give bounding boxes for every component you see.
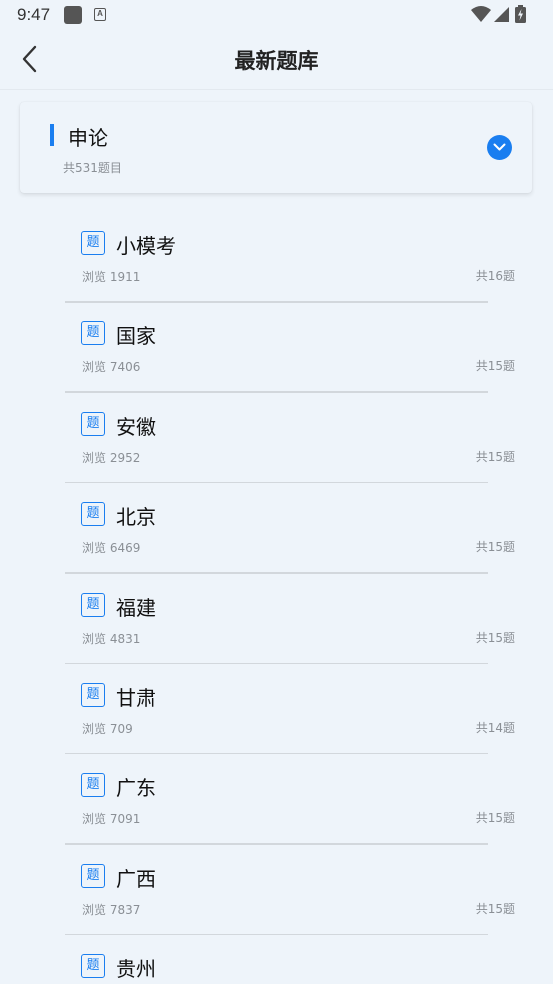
item-views: 浏览 6469	[82, 541, 141, 556]
question-tag-icon: 题	[81, 682, 105, 707]
battery-charging-icon	[515, 5, 526, 23]
question-tag-icon: 题	[81, 863, 105, 888]
list-item[interactable]: 题 国家 浏览 7406 共15题	[0, 290, 553, 393]
item-views: 浏览 4831	[82, 631, 141, 646]
list-item[interactable]: 题 广西 浏览 7837 共15题	[0, 833, 553, 936]
question-tag-icon: 题	[81, 502, 105, 527]
question-tag-icon: 题	[81, 954, 105, 979]
question-tag-icon: 题	[81, 231, 105, 255]
item-total: 共15题	[475, 540, 515, 555]
category-count: 共531题目	[63, 161, 122, 175]
list-item[interactable]: 题 北京 浏览 6469 共15题	[0, 471, 553, 574]
category-name: 申论	[68, 126, 108, 150]
app-square-icon	[64, 6, 82, 24]
item-total: 共15题	[475, 901, 515, 916]
signal-icon	[494, 7, 509, 22]
wifi-icon	[471, 6, 491, 22]
question-bank-list: 题 小模考 浏览 1911 共16题 题 国家 浏览 7406 共15题 题 安…	[0, 200, 553, 984]
item-total: 共14题	[475, 720, 515, 735]
screen: 9:47 A 最新题库 申论 共531题目 题 小模考 浏览 1911 共16题…	[0, 0, 553, 984]
item-title: 安徽	[116, 414, 156, 439]
question-tag-icon: 题	[81, 592, 105, 617]
item-views: 浏览 7091	[82, 812, 141, 827]
list-item[interactable]: 题 贵州	[0, 923, 553, 984]
question-tag-icon: 题	[81, 411, 105, 436]
item-views: 浏览 7406	[82, 360, 141, 375]
item-views: 浏览 709	[82, 721, 133, 736]
status-right-icons	[471, 5, 541, 25]
item-total: 共16题	[475, 269, 515, 283]
item-total: 共15题	[475, 630, 515, 645]
item-title: 甘肃	[116, 685, 156, 710]
list-item[interactable]: 题 甘肃 浏览 709 共14题	[0, 652, 553, 755]
page-title: 最新题库	[234, 49, 319, 73]
item-title: 福建	[116, 595, 156, 620]
category-card[interactable]: 申论 共531题目	[20, 102, 532, 193]
category-accent-bar	[50, 124, 54, 146]
item-total: 共15题	[475, 811, 515, 826]
list-item[interactable]: 题 福建 浏览 4831 共15题	[0, 562, 553, 665]
chevron-down-icon	[493, 143, 506, 151]
item-views: 浏览 7837	[82, 902, 141, 917]
item-title: 小模考	[116, 234, 176, 258]
question-tag-icon: 题	[81, 321, 105, 346]
header: 最新题库	[0, 30, 553, 88]
item-title: 国家	[116, 324, 156, 349]
item-views: 浏览 2952	[82, 450, 141, 465]
list-item[interactable]: 题 小模考 浏览 1911 共16题	[0, 200, 553, 303]
a-box-icon: A	[94, 8, 106, 21]
status-time: 9:47	[17, 5, 51, 24]
item-views: 浏览 1911	[82, 270, 141, 284]
item-title: 广东	[116, 776, 156, 801]
item-total: 共15题	[475, 359, 515, 374]
item-title: 广西	[116, 866, 156, 891]
item-total: 共15题	[475, 449, 515, 464]
status-bar: 9:47 A	[0, 0, 553, 30]
category-toggle-button[interactable]	[487, 135, 512, 160]
list-item[interactable]: 题 广东 浏览 7091 共15题	[0, 742, 553, 845]
list-item[interactable]: 题 安徽 浏览 2952 共15题	[0, 381, 553, 484]
item-title: 贵州	[116, 957, 156, 982]
item-title: 北京	[116, 505, 156, 530]
header-divider	[0, 89, 553, 90]
question-tag-icon: 题	[81, 773, 105, 798]
